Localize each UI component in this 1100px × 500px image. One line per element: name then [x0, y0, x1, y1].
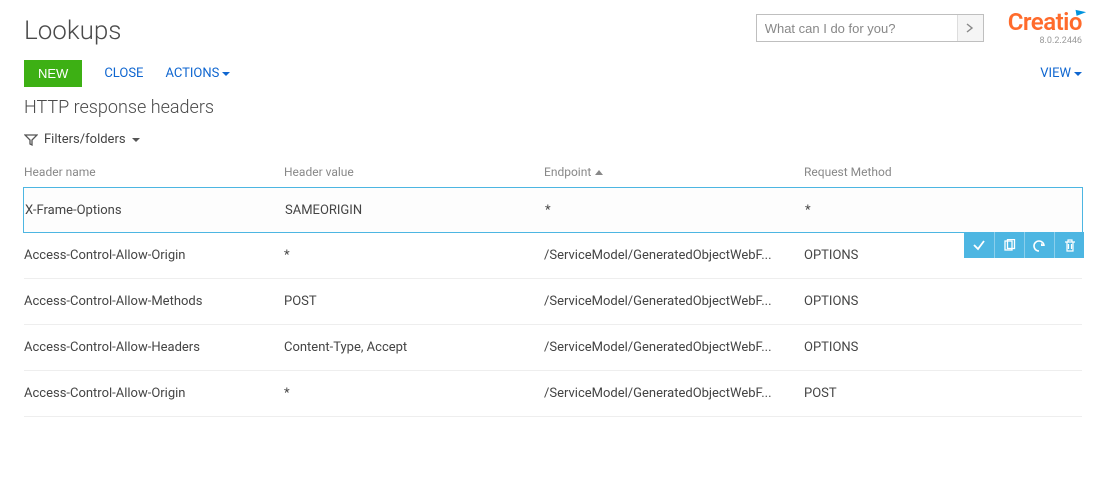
cell-header-value: Content-Type, Accept — [284, 340, 544, 355]
grid-body: X-Frame-OptionsSAMEORIGIN**Access-Contro… — [24, 187, 1082, 417]
cell-header-name: X-Frame-Options — [25, 203, 285, 218]
copy-icon — [1003, 239, 1016, 252]
cell-header-name: Access-Control-Allow-Headers — [24, 340, 284, 355]
table-row[interactable]: Access-Control-Allow-MethodsPOST/Service… — [24, 279, 1082, 325]
cell-header-name: Access-Control-Allow-Methods — [24, 294, 284, 309]
confirm-button[interactable] — [964, 232, 994, 258]
cell-request-method: OPTIONS — [804, 340, 1082, 355]
grid-header: Header name Header value Endpoint Reques… — [24, 157, 1082, 188]
cell-endpoint: * — [545, 203, 805, 218]
column-endpoint[interactable]: Endpoint — [544, 165, 804, 179]
row-actions — [964, 232, 1084, 258]
actions-menu[interactable]: ACTIONS — [165, 66, 230, 81]
cell-header-value: * — [284, 248, 544, 263]
copy-button[interactable] — [994, 232, 1024, 258]
cell-endpoint: /ServiceModel/GeneratedObjectWebF... — [544, 340, 804, 355]
table-row[interactable]: X-Frame-OptionsSAMEORIGIN** — [23, 187, 1083, 233]
brand-logo: Creatio — [1008, 10, 1082, 34]
global-search-input[interactable] — [757, 21, 957, 36]
cell-endpoint: /ServiceModel/GeneratedObjectWebF... — [544, 386, 804, 401]
global-search[interactable] — [756, 14, 984, 42]
cell-request-method: * — [805, 203, 1082, 218]
brand-version: 8.0.2.2446 — [1008, 36, 1082, 46]
page-title: Lookups — [24, 10, 122, 46]
delete-button[interactable] — [1054, 232, 1084, 258]
cell-header-value: * — [284, 386, 544, 401]
cell-request-method: OPTIONS — [804, 294, 1082, 309]
table-row[interactable]: Access-Control-Allow-Origin*/ServiceMode… — [24, 371, 1082, 417]
confirm-icon — [972, 238, 986, 252]
table-row[interactable]: Access-Control-Allow-HeadersContent-Type… — [24, 325, 1082, 371]
cell-header-value: POST — [284, 294, 544, 309]
cell-header-name: Access-Control-Allow-Origin — [24, 248, 284, 263]
view-menu[interactable]: VIEW — [1040, 66, 1082, 81]
column-request-method[interactable]: Request Method — [804, 165, 1082, 179]
undo-button[interactable] — [1024, 232, 1054, 258]
chevron-down-icon — [1074, 72, 1082, 76]
cell-request-method: POST — [804, 386, 1082, 401]
global-search-go[interactable] — [957, 15, 983, 41]
section-subtitle: HTTP response headers — [24, 97, 1082, 118]
cell-endpoint: /ServiceModel/GeneratedObjectWebF... — [544, 294, 804, 309]
filters-folders-menu[interactable]: Filters/folders — [24, 132, 1082, 147]
filter-icon — [24, 133, 38, 147]
undo-icon — [1032, 239, 1047, 252]
delete-icon — [1064, 239, 1076, 252]
column-header-name[interactable]: Header name — [24, 165, 284, 179]
brand-accent-icon — [1076, 8, 1087, 16]
chevron-down-icon — [132, 138, 140, 142]
column-header-value[interactable]: Header value — [284, 165, 544, 179]
new-button[interactable]: NEW — [24, 60, 82, 87]
cell-endpoint: /ServiceModel/GeneratedObjectWebF... — [544, 248, 804, 263]
sort-asc-icon — [595, 170, 603, 175]
cell-header-name: Access-Control-Allow-Origin — [24, 386, 284, 401]
cell-header-value: SAMEORIGIN — [285, 203, 545, 218]
chevron-down-icon — [222, 72, 230, 76]
close-button[interactable]: CLOSE — [104, 66, 143, 81]
table-row[interactable]: Access-Control-Allow-Origin*/ServiceMode… — [24, 233, 1082, 279]
chevron-right-icon — [966, 23, 974, 33]
